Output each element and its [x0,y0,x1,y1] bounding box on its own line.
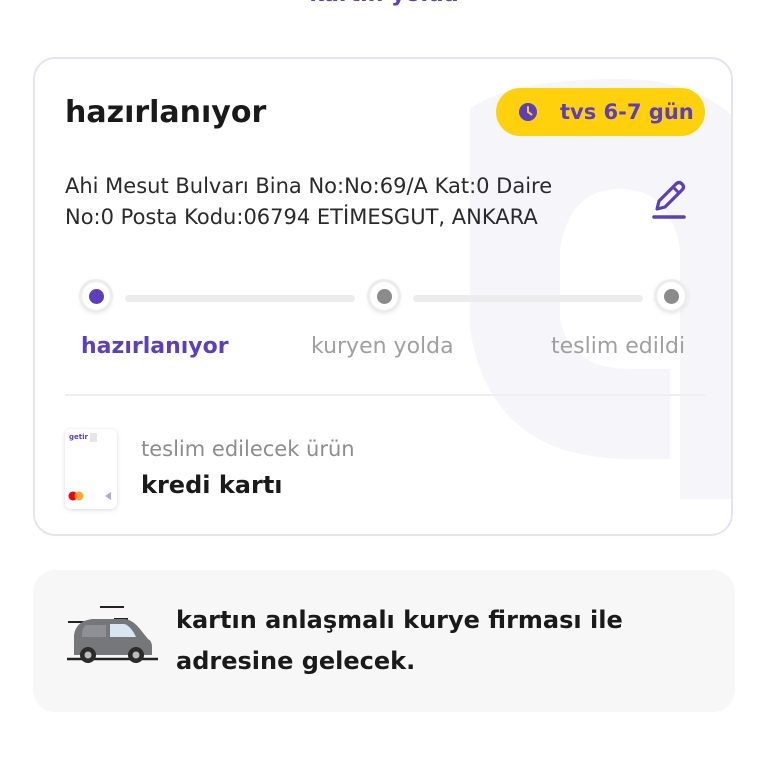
courier-info-text: kartın anlaşmalı kurye firması ile adres… [176,600,696,682]
courier-info-line-1: kartın anlaşmalı kurye firması ile [176,606,623,634]
divider [65,394,705,396]
card-brand-logo: getir [69,433,88,441]
progress-track-2 [413,295,643,302]
contactless-icon [105,492,111,500]
delivery-address: Ahi Mesut Bulvarı Bina No:No:69/A Kat:0 … [65,171,605,233]
step-label-delivered: teslim edildi [551,334,686,359]
product-name: kredi kartı [141,471,283,499]
pencil-icon [652,180,686,219]
address-line-1: Ahi Mesut Bulvarı Bina No:No:69/A Kat:0 … [65,174,553,198]
product-subtitle: teslim edilecek ürün [141,437,355,461]
step-label-preparing: hazırlanıyor [81,334,229,359]
eta-text: tvs 6-7 gün [560,100,694,124]
credit-card-thumbnail: getir [65,429,117,509]
address-line-2: No:0 Posta Kodu:06794 ETİMESGUT, ANKARA [65,205,538,229]
step-label-courier-on-way: kuryen yolda [311,334,454,359]
mastercard-icon [68,491,84,501]
step-dot-courier-on-way [367,279,401,313]
eta-badge: tvs 6-7 gün [496,88,705,136]
step-dot-delivered [654,279,688,313]
status-title: hazırlanıyor [65,95,267,130]
courier-info-line-2: adresine gelecek. [176,647,416,675]
progress-track-1 [125,295,355,302]
step-dot-preparing [79,279,113,313]
page-title-partial: kartın yolda [0,0,768,8]
order-status-card: hazırlanıyor tvs 6-7 gün Ahi Mesut Bulva… [33,57,733,536]
card-chip [90,433,97,442]
courier-info-card: kartın anlaşmalı kurye firması ile adres… [33,570,735,712]
clock-icon [518,102,538,122]
delivery-van-icon [67,606,158,663]
edit-address-button[interactable] [649,177,689,221]
